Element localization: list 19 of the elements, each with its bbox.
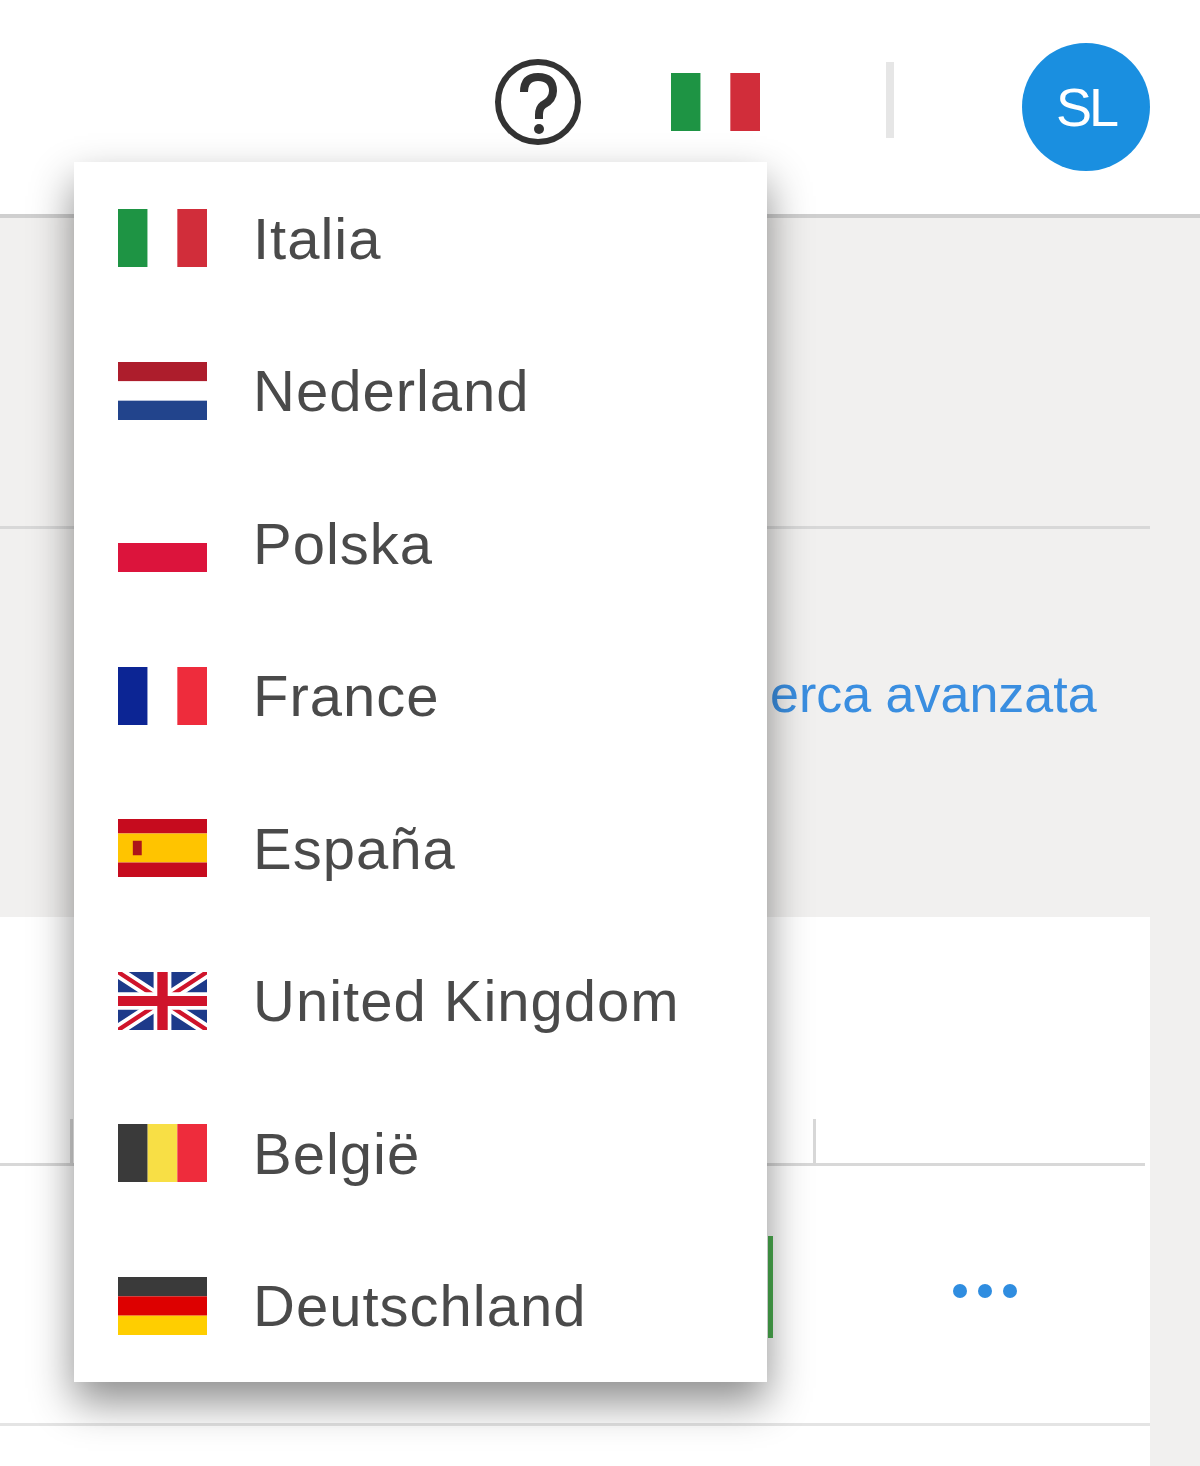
flag-icon [118, 1276, 207, 1335]
language-option[interactable]: Polska [74, 467, 767, 620]
language-option[interactable]: Deutschland [74, 1229, 767, 1382]
language-option[interactable]: Nederland [74, 314, 767, 467]
flag-icon [118, 1124, 207, 1183]
flag-icon [118, 819, 207, 878]
flag-icon [118, 361, 207, 420]
language-option[interactable]: France [74, 619, 767, 772]
language-option[interactable]: België [74, 1077, 767, 1230]
language-option[interactable]: España [74, 772, 767, 925]
flag-icon [118, 971, 207, 1030]
flag-icon [118, 209, 207, 268]
flag-icon [118, 543, 207, 573]
language-option[interactable]: Italia [74, 162, 767, 315]
help-icon[interactable] [493, 57, 583, 147]
language-option[interactable]: United Kingdom [74, 924, 767, 1077]
flag-icon [118, 666, 207, 725]
more-icon[interactable] [950, 1281, 1020, 1301]
flag-icon[interactable] [671, 73, 760, 131]
